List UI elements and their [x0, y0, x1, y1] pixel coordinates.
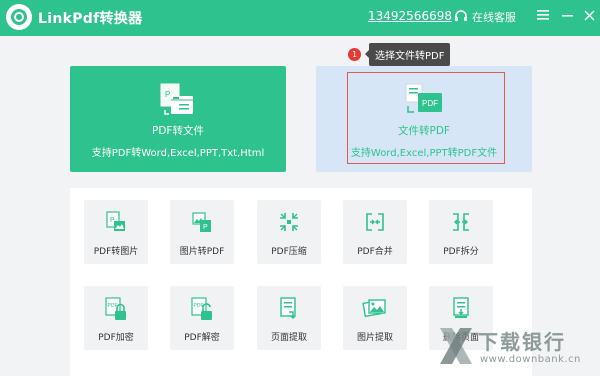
svg-text:PDF: PDF: [422, 99, 438, 108]
image-extract-icon: [362, 296, 388, 324]
tool-page-extract[interactable]: 页面提取: [257, 286, 321, 350]
tool-label: 图片转PDF: [179, 247, 225, 257]
menu-icon[interactable]: [534, 6, 552, 24]
split-icon: [449, 210, 473, 238]
unlock-icon: PDF: [189, 296, 215, 326]
app-title: LinkPdf转换器: [38, 11, 143, 27]
watermark-logo-icon: [438, 324, 474, 372]
tool-pdf-split[interactable]: PDF拆分: [429, 200, 493, 264]
merge-icon: [363, 210, 387, 238]
tool-image-extract[interactable]: 图片提取: [343, 286, 407, 350]
pdf-to-image-icon: P: [104, 210, 128, 238]
tool-label: PDF加密: [98, 333, 134, 343]
tool-label: PDF拆分: [443, 247, 479, 257]
watermark-title: 下载银行: [478, 330, 566, 354]
tool-pdf-compress[interactable]: PDF压缩: [257, 200, 321, 264]
delete-page-icon: [449, 296, 473, 324]
tooltip-text: 选择文件转PDF: [364, 42, 451, 66]
file-to-pdf-card[interactable]: PDF 文件转PDF 支持Word,Excel,PPT转PDF文件: [316, 66, 532, 172]
svg-text:PDF: PDF: [108, 303, 118, 309]
step-badge: 1: [348, 47, 361, 61]
tool-label: 图片提取: [356, 333, 393, 343]
close-icon[interactable]: [580, 6, 598, 24]
tool-label: PDF解密: [184, 333, 220, 343]
online-support-label: 在线客服: [472, 11, 516, 24]
tool-image-to-pdf[interactable]: P 图片转PDF: [170, 200, 234, 264]
pdf-to-file-icon: P: [159, 82, 197, 122]
compress-icon: [277, 210, 301, 238]
tool-label: 页面提取: [270, 333, 307, 343]
tooltip: 1 选择文件转PDF: [348, 42, 451, 66]
file-to-pdf-title: 文件转PDF: [398, 125, 450, 137]
svg-text:P: P: [203, 224, 208, 231]
image-to-pdf-icon: P: [190, 210, 214, 238]
tool-pdf-merge[interactable]: PDF合并: [343, 200, 407, 264]
online-support-button[interactable]: 在线客服: [454, 8, 516, 26]
title-bar: LinkPdf转换器 13492566698 在线客服: [0, 0, 600, 36]
lock-icon: PDF: [103, 296, 129, 326]
pdf-to-file-card[interactable]: P PDF转文件 支持PDF转Word,Excel,PPT,Txt,Html: [70, 66, 286, 172]
tool-label: PDF合并: [357, 247, 393, 257]
file-to-pdf-subtitle: 支持Word,Excel,PPT转PDF文件: [350, 148, 498, 159]
tool-label: PDF压缩: [271, 247, 307, 257]
watermark: 下载银行 www.downbank.cn: [438, 322, 598, 374]
headset-icon: [454, 10, 468, 24]
tool-label: PDF转图片: [93, 247, 139, 257]
phone-link[interactable]: 13492566698: [368, 9, 452, 23]
minimize-icon[interactable]: [558, 6, 576, 24]
tool-pdf-encrypt[interactable]: PDF PDF加密: [84, 286, 148, 350]
watermark-url: www.downbank.cn: [480, 354, 581, 365]
app-logo-icon: [6, 4, 32, 30]
tool-pdf-decrypt[interactable]: PDF PDF解密: [170, 286, 234, 350]
svg-text:PDF: PDF: [194, 303, 204, 309]
file-to-pdf-icon: PDF: [404, 82, 444, 120]
tool-pdf-to-image[interactable]: P PDF转图片: [84, 200, 148, 264]
pdf-to-file-title: PDF转文件: [152, 125, 204, 137]
svg-text:P: P: [165, 90, 170, 99]
page-extract-icon: [277, 296, 301, 324]
pdf-to-file-subtitle: 支持PDF转Word,Excel,PPT,Txt,Html: [91, 148, 265, 159]
